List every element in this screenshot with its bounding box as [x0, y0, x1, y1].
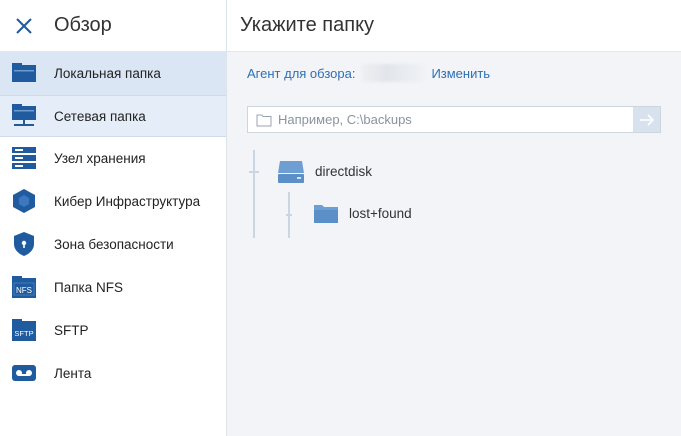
- sftp-icon: SFTP: [10, 316, 38, 344]
- folder-tree: directdisk lost+found: [227, 150, 681, 240]
- storage-node-icon: [10, 144, 38, 172]
- tree-node-directdisk[interactable]: directdisk: [277, 158, 372, 184]
- path-box: [247, 106, 661, 133]
- sidebar-item-sftp[interactable]: SFTP SFTP: [0, 309, 226, 352]
- svg-text:NFS: NFS: [16, 286, 32, 295]
- tree-connector: [286, 214, 292, 216]
- sidebar: Обзор Локальная папка Сетевая папка Узел…: [0, 0, 227, 436]
- svg-text:SFTP: SFTP: [14, 329, 33, 338]
- sidebar-item-label: Зона безопасности: [54, 236, 174, 252]
- secure-zone-icon: [10, 230, 38, 258]
- network-folder-icon: [10, 102, 38, 130]
- main-header: Укажите папку: [227, 0, 681, 52]
- sidebar-item-cyber-infrastructure[interactable]: Кибер Инфраструктура: [0, 180, 226, 223]
- sidebar-item-tape[interactable]: Лента: [0, 352, 226, 395]
- sidebar-item-storage-node[interactable]: Узел хранения: [0, 137, 226, 180]
- tree-node-label: directdisk: [315, 163, 373, 179]
- main-panel: Укажите папку Агент для обзора: Изменить: [227, 0, 681, 436]
- tree-guide-line: [253, 150, 255, 238]
- tree-connector: [249, 171, 259, 173]
- tape-icon: [10, 359, 38, 387]
- local-folder-icon: [10, 59, 38, 87]
- change-agent-link[interactable]: Изменить: [431, 66, 490, 81]
- agent-name-redacted: [361, 64, 426, 82]
- arrow-right-icon: [639, 113, 654, 126]
- sidebar-item-label: Кибер Инфраструктура: [54, 193, 201, 209]
- nfs-folder-icon: NFS: [10, 273, 38, 301]
- sidebar-item-label: SFTP: [54, 322, 89, 338]
- sidebar-item-label: Узел хранения: [54, 150, 146, 166]
- sidebar-title: Обзор: [54, 14, 112, 36]
- disk-icon: [278, 161, 304, 183]
- agent-row: Агент для обзора: Изменить: [247, 64, 490, 82]
- sidebar-item-label: Лента: [54, 365, 92, 381]
- cyber-infrastructure-icon: [10, 187, 38, 215]
- sidebar-item-secure-zone[interactable]: Зона безопасности: [0, 223, 226, 266]
- path-input[interactable]: [278, 107, 628, 132]
- tree-node-lost-found[interactable]: lost+found: [313, 202, 412, 224]
- sidebar-item-local-folder[interactable]: Локальная папка: [0, 52, 226, 95]
- sidebar-item-nfs-folder[interactable]: NFS Папка NFS: [0, 266, 226, 309]
- sidebar-item-label: Сетевая папка: [54, 108, 146, 124]
- tree-node-label: lost+found: [349, 205, 412, 221]
- page-title: Укажите папку: [240, 14, 375, 36]
- folder-icon: [314, 205, 338, 223]
- agent-label: Агент для обзора:: [247, 65, 356, 81]
- go-button[interactable]: [633, 107, 660, 132]
- close-button[interactable]: [13, 15, 35, 37]
- sidebar-item-network-folder[interactable]: Сетевая папка: [0, 95, 226, 137]
- sidebar-item-label: Папка NFS: [54, 279, 123, 295]
- sidebar-header: Обзор: [0, 0, 226, 52]
- close-icon: [16, 17, 32, 34]
- sidebar-item-label: Локальная папка: [54, 65, 161, 81]
- folder-outline-icon: [256, 113, 272, 127]
